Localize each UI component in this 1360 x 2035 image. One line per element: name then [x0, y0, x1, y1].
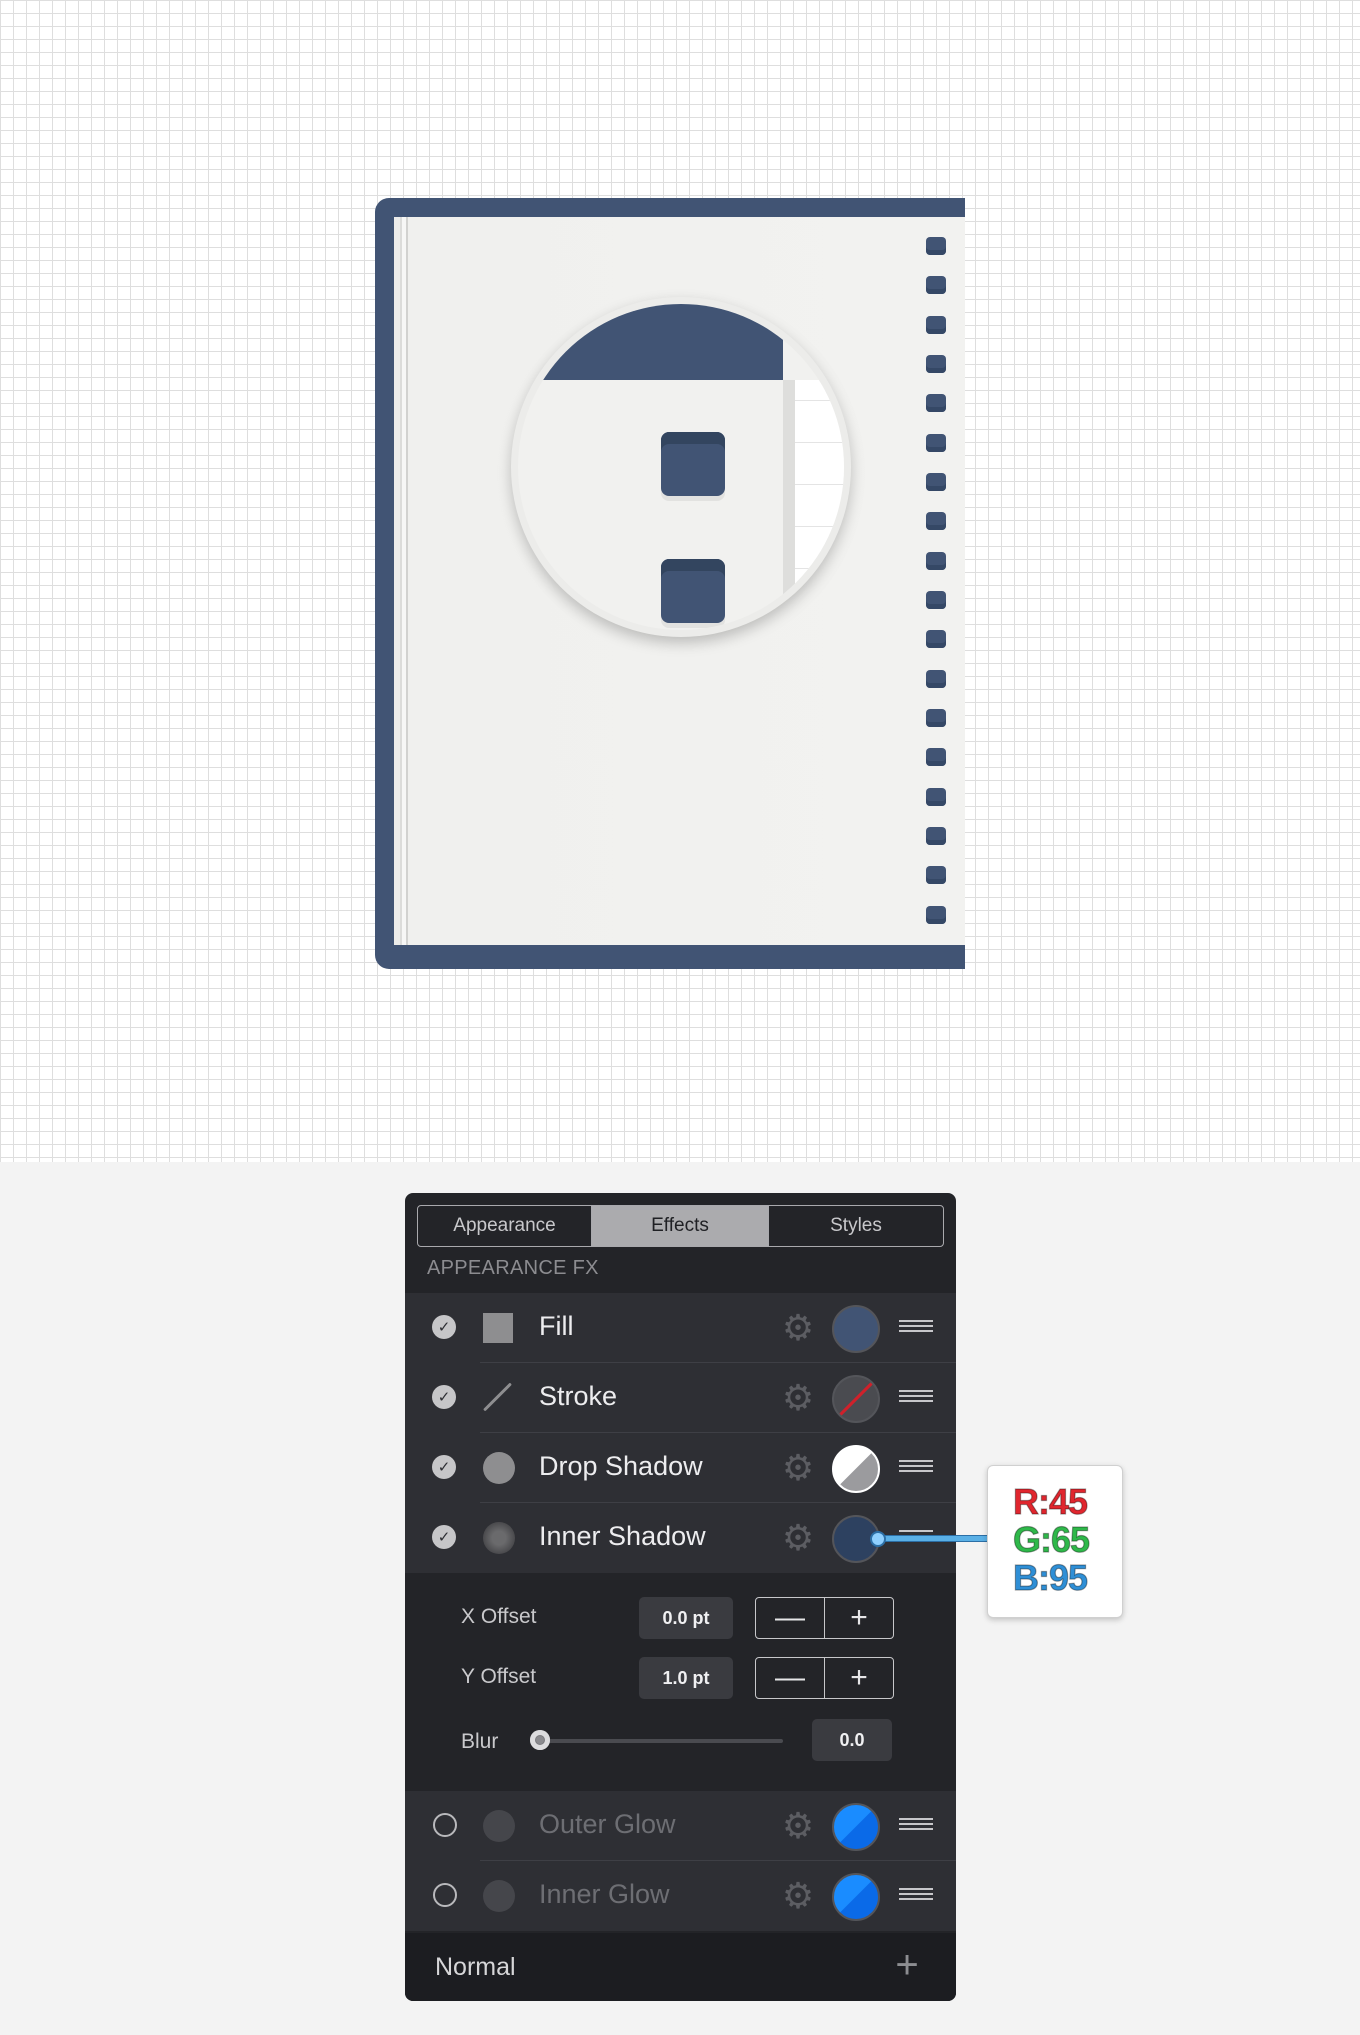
spiral-hole — [926, 394, 946, 412]
spiral-hole — [926, 866, 946, 884]
gear-icon[interactable]: ⚙ — [779, 1807, 817, 1845]
gear-icon[interactable]: ⚙ — [779, 1379, 817, 1417]
section-label: APPEARANCE FX — [427, 1257, 599, 1279]
drag-handle-icon[interactable] — [899, 1888, 933, 1904]
rgb-red-value: R:45 — [1012, 1481, 1088, 1522]
x-offset-label: X Offset — [461, 1605, 537, 1628]
effect-label: Inner Shadow — [539, 1521, 706, 1551]
tab-styles[interactable]: Styles — [768, 1206, 943, 1246]
add-effect-button[interactable]: + — [890, 1945, 924, 1985]
effect-label: Outer Glow — [539, 1809, 676, 1839]
effect-row-drop-shadow[interactable]: ✓ Drop Shadow ⚙ — [405, 1433, 956, 1503]
rgb-green-value: G:65 — [1012, 1519, 1090, 1560]
effect-label: Fill — [539, 1311, 574, 1341]
color-swatch[interactable] — [832, 1445, 880, 1493]
checkmark-icon[interactable]: ✓ — [432, 1525, 456, 1549]
appearance-panel: Appearance Effects Styles APPEARANCE FX … — [405, 1193, 956, 2001]
x-offset-stepper: — + — [755, 1597, 894, 1639]
inner-shadow-settings: X Offset 0.0 pt — + Y Offset 1.0 pt — + … — [405, 1573, 956, 1791]
outer-glow-icon — [483, 1810, 515, 1842]
blur-slider-track[interactable] — [537, 1739, 783, 1743]
gear-icon[interactable]: ⚙ — [779, 1877, 817, 1915]
decrement-button[interactable]: — — [756, 1658, 824, 1698]
spiral-hole — [926, 237, 946, 255]
decrement-button[interactable]: — — [756, 1598, 824, 1638]
fill-square-icon — [483, 1313, 513, 1343]
magnified-page — [795, 380, 844, 630]
color-swatch[interactable] — [832, 1305, 880, 1353]
y-offset-value[interactable]: 1.0 pt — [639, 1657, 733, 1699]
drag-handle-icon[interactable] — [899, 1460, 933, 1476]
spiral-hole — [926, 748, 946, 766]
panel-tabs: Appearance Effects Styles — [417, 1205, 944, 1247]
spiral-hole — [926, 512, 946, 530]
color-swatch[interactable] — [832, 1873, 880, 1921]
inner-glow-icon — [483, 1880, 515, 1912]
checkbox-empty-icon[interactable] — [433, 1813, 457, 1837]
checkmark-icon[interactable]: ✓ — [432, 1385, 456, 1409]
effect-label: Inner Glow — [539, 1879, 670, 1909]
rgb-blue-value: B:95 — [1012, 1557, 1088, 1598]
magnified-cover — [518, 304, 783, 380]
spiral-hole — [926, 591, 946, 609]
spiral-hole — [926, 788, 946, 806]
effect-row-fill[interactable]: ✓ Fill ⚙ — [405, 1293, 956, 1363]
y-offset-stepper: — + — [755, 1657, 894, 1699]
effect-row-stroke[interactable]: ✓ Stroke ⚙ — [405, 1363, 956, 1433]
callout-connector — [877, 1535, 989, 1542]
gear-icon[interactable]: ⚙ — [779, 1449, 817, 1487]
spiral-hole — [926, 709, 946, 727]
stroke-line-icon — [481, 1381, 513, 1413]
spiral-hole — [926, 316, 946, 334]
effect-label: Stroke — [539, 1381, 618, 1411]
inner-shadow-icon — [483, 1522, 515, 1554]
spiral-hole — [926, 434, 946, 452]
color-swatch[interactable] — [832, 1803, 880, 1851]
magnifier-circle — [511, 297, 851, 637]
spiral-hole — [926, 630, 946, 648]
blur-slider-knob[interactable] — [530, 1730, 550, 1750]
gear-icon[interactable]: ⚙ — [779, 1309, 817, 1347]
checkmark-icon[interactable]: ✓ — [432, 1315, 456, 1339]
spiral-hole — [926, 355, 946, 373]
x-offset-value[interactable]: 0.0 pt — [639, 1597, 733, 1639]
drop-shadow-icon — [483, 1452, 515, 1484]
magnified-spiral-hole — [661, 432, 725, 496]
spiral-hole — [926, 276, 946, 294]
blur-value[interactable]: 0.0 — [812, 1719, 892, 1761]
color-swatch[interactable] — [832, 1375, 880, 1423]
panel-footer: Normal + — [405, 1933, 956, 2001]
y-offset-label: Y Offset — [461, 1665, 537, 1688]
drag-handle-icon[interactable] — [899, 1320, 933, 1336]
gear-icon[interactable]: ⚙ — [779, 1519, 817, 1557]
magnified-spiral-hole — [661, 559, 725, 623]
callout-connector-dot — [870, 1531, 886, 1547]
increment-button[interactable]: + — [824, 1598, 893, 1638]
effect-label: Drop Shadow — [539, 1451, 703, 1481]
spiral-hole — [926, 906, 946, 924]
spiral-hole — [926, 473, 946, 491]
increment-button[interactable]: + — [824, 1658, 893, 1698]
magnifier-content — [518, 304, 844, 630]
checkbox-empty-icon[interactable] — [433, 1883, 457, 1907]
blur-label: Blur — [461, 1730, 499, 1753]
tab-appearance[interactable]: Appearance — [418, 1206, 591, 1246]
tab-effects[interactable]: Effects — [591, 1206, 768, 1246]
checkmark-icon[interactable]: ✓ — [432, 1455, 456, 1479]
spiral-hole — [926, 670, 946, 688]
effect-row-inner-glow[interactable]: Inner Glow ⚙ — [405, 1861, 956, 1931]
artboard-canvas — [0, 0, 1360, 1162]
rgb-callout: R:45 G:65 B:95 — [987, 1465, 1123, 1618]
drag-handle-icon[interactable] — [899, 1390, 933, 1406]
spiral-hole — [926, 552, 946, 570]
drag-handle-icon[interactable] — [899, 1818, 933, 1834]
effect-row-outer-glow[interactable]: Outer Glow ⚙ — [405, 1791, 956, 1861]
magnified-page-edge — [783, 380, 795, 630]
spiral-hole — [926, 827, 946, 845]
blend-mode-select[interactable]: Normal — [435, 1953, 516, 1982]
